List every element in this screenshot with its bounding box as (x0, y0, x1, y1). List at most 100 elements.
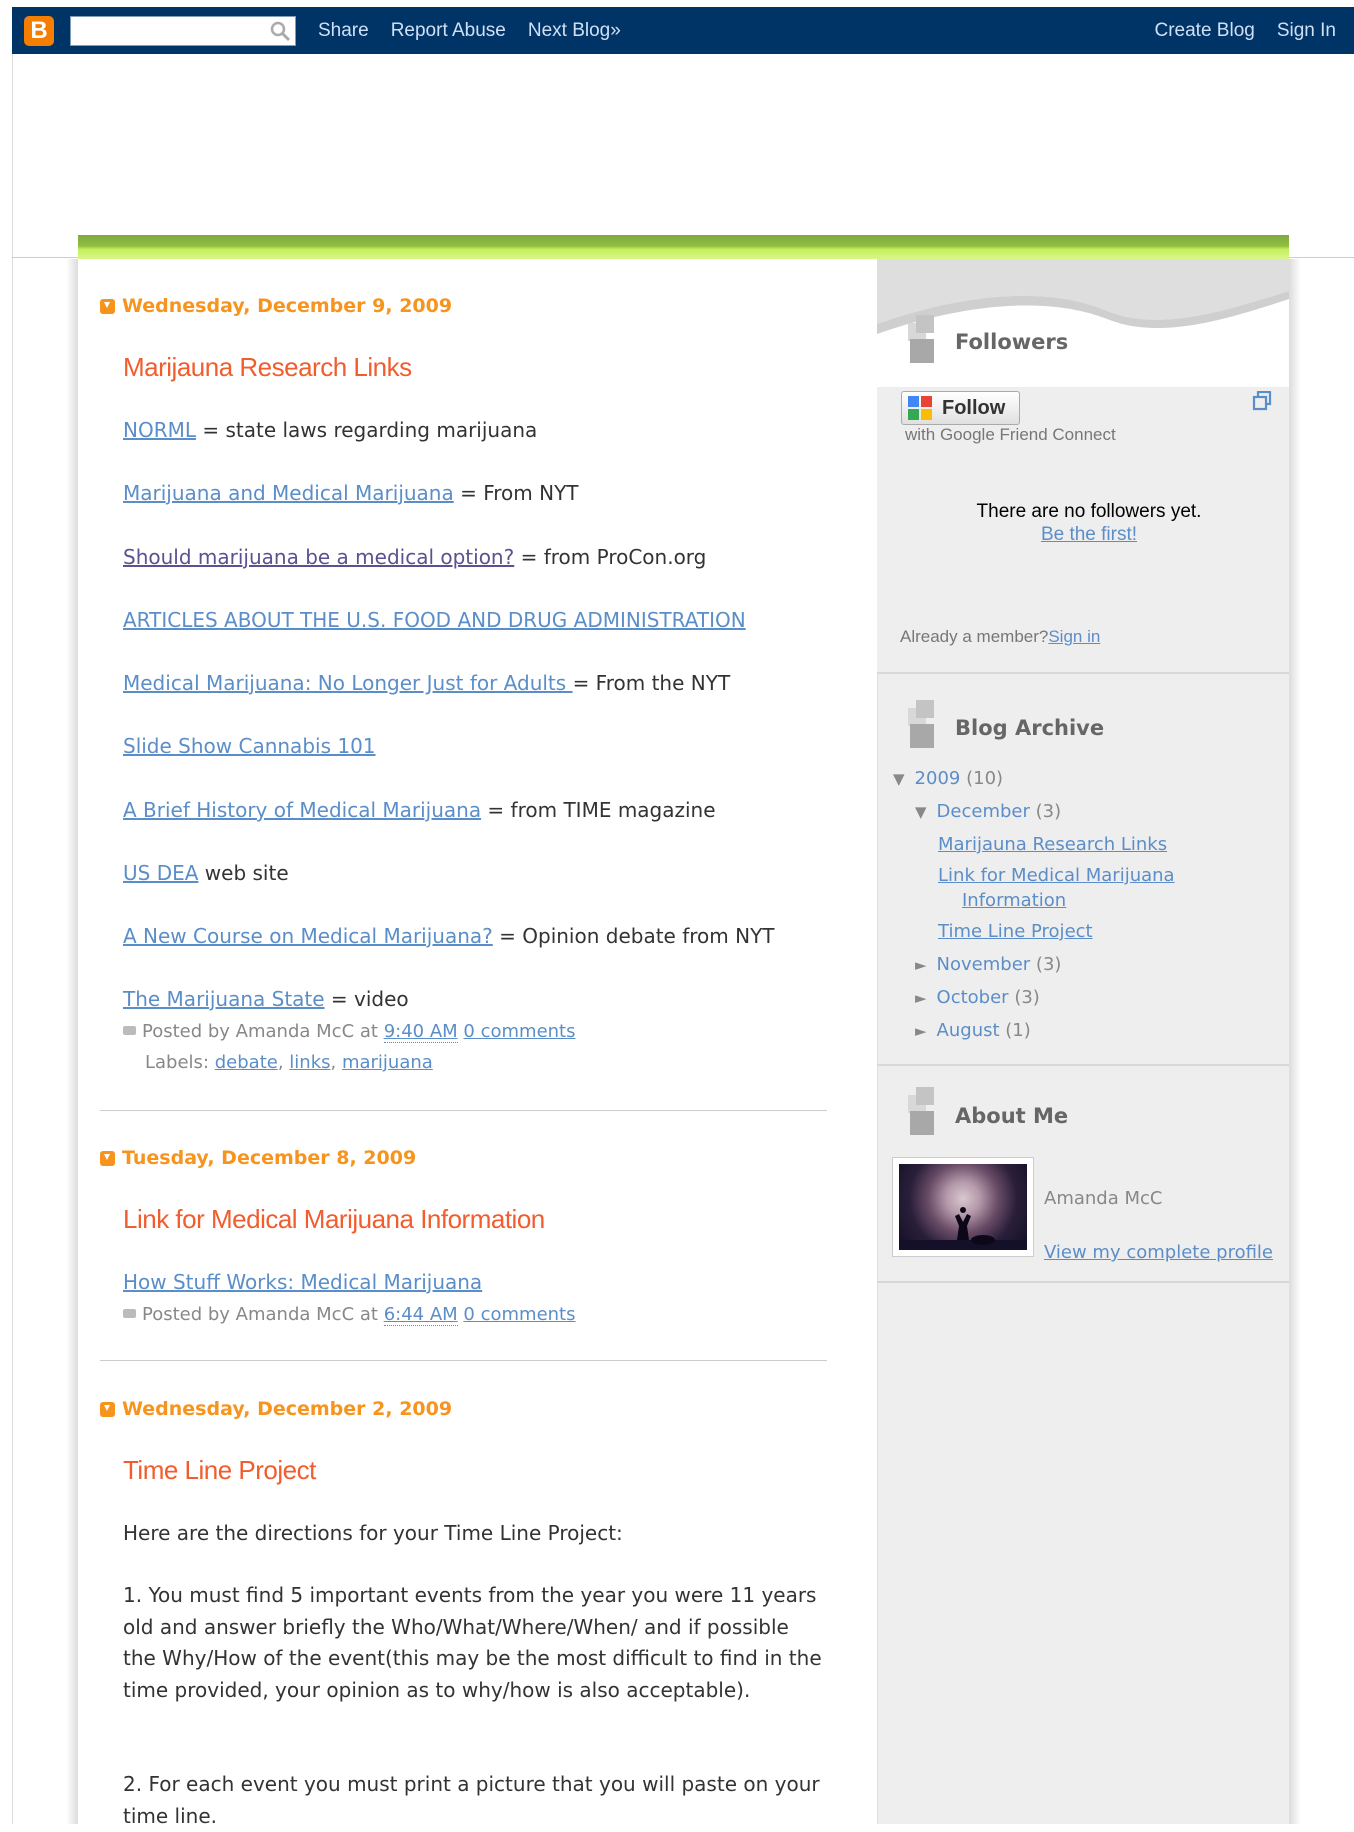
post-line-text: = From the NYT (572, 671, 731, 695)
post-link[interactable]: The Marijuana State (123, 987, 325, 1011)
post-footer-icon (123, 1026, 136, 1035)
archive-month: ► October (3) (915, 987, 1040, 1008)
search-input[interactable] (70, 15, 296, 46)
already-member-text: Already a member? (900, 627, 1049, 646)
sign-in-link[interactable]: Sign In (1277, 20, 1336, 42)
post-line-text: = from ProCon.org (514, 545, 707, 569)
profile-image (899, 1164, 1027, 1250)
post-body-step1: 1. You must find 5 important events from… (123, 1583, 822, 1702)
post-date: Wednesday, December 2, 2009 (100, 1398, 452, 1420)
archive-post: Time Line Project (938, 921, 1093, 942)
label-link[interactable]: marijuana (342, 1052, 433, 1073)
label-link[interactable]: debate (215, 1052, 278, 1073)
post-line: Slide Show Cannabis 101 (123, 734, 376, 758)
blogger-logo-icon[interactable]: B (24, 15, 54, 46)
archive-count: (1) (1005, 1020, 1031, 1041)
view-profile-link[interactable]: View my complete profile (1044, 1242, 1273, 1263)
sidebar-divider (877, 1064, 1289, 1066)
post-link[interactable]: Slide Show Cannabis 101 (123, 734, 376, 758)
post-line-text: web site (198, 861, 289, 885)
archive-month-link[interactable]: October (937, 987, 1009, 1008)
post-link[interactable]: A Brief History of Medical Marijuana (123, 798, 481, 822)
post-link[interactable]: A New Course on Medical Marijuana? (123, 924, 493, 948)
already-member: Already a member?Sign in (900, 627, 1100, 647)
toggle-open-icon[interactable]: ▼ (893, 770, 905, 788)
navbar-right: Create Blog Sign In (1133, 20, 1337, 42)
profile-name: Amanda McC (1044, 1188, 1163, 1209)
frame-shadow-right (1289, 259, 1301, 1824)
post-line-text: = From NYT (453, 481, 579, 505)
report-abuse-link[interactable]: Report Abuse (391, 20, 506, 42)
post-line: Medical Marijuana: No Longer Just for Ad… (123, 671, 730, 695)
sidebar-divider (877, 1281, 1289, 1283)
archive-year-link[interactable]: 2009 (915, 768, 961, 789)
archive-post: Information (962, 890, 1066, 911)
post-link[interactable]: US DEA (123, 861, 198, 885)
share-link[interactable]: Share (318, 20, 369, 42)
archive-month: ► August (1) (915, 1020, 1031, 1041)
post-line: The Marijuana State = video (123, 987, 409, 1011)
blog-archive-title: Blog Archive (955, 716, 1105, 740)
next-blog-link[interactable]: Next Blog» (528, 20, 621, 42)
posted-by-text: Posted by Amanda McC at (142, 1021, 384, 1042)
labels-prefix: Labels: (145, 1052, 215, 1073)
post-time-link[interactable]: 9:40 AM (383, 1021, 458, 1043)
archive-post-link[interactable]: Information (962, 890, 1066, 911)
archive-post-link[interactable]: Marijauna Research Links (938, 834, 1167, 855)
collapse-arrow-icon[interactable] (100, 298, 115, 314)
search-icon[interactable] (268, 20, 292, 42)
follow-label: Follow (942, 396, 1006, 419)
post-divider (100, 1360, 827, 1361)
post-line: NORML = state laws regarding marijuana (123, 418, 537, 442)
create-blog-link[interactable]: Create Blog (1155, 20, 1255, 42)
silhouette-figure (899, 1207, 1027, 1250)
post-line: A New Course on Medical Marijuana? = Opi… (123, 924, 775, 948)
collapse-arrow-icon[interactable] (100, 1150, 115, 1166)
comments-link[interactable]: 0 comments (463, 1304, 575, 1325)
blogger-navbar: B Share Report Abuse Next Blog» Create B… (12, 7, 1354, 54)
post-time-link[interactable]: 6:44 AM (383, 1304, 458, 1326)
archive-month-link[interactable]: December (937, 801, 1030, 822)
post-line-text: = video (324, 987, 409, 1011)
post-line: Should marijuana be a medical option? = … (123, 545, 706, 569)
comments-link[interactable]: 0 comments (463, 1021, 575, 1042)
post-title[interactable]: Marijauna Research Links (123, 352, 412, 383)
post-line: How Stuff Works: Medical Marijuana (123, 1270, 482, 1294)
widget-squares-icon (908, 315, 934, 363)
post-link[interactable]: Marijuana and Medical Marijuana (123, 481, 454, 505)
archive-month-link[interactable]: November (937, 954, 1031, 975)
post-date-text: Wednesday, December 9, 2009 (122, 295, 453, 317)
archive-month: ▼ December (3) (915, 801, 1061, 822)
toggle-open-icon[interactable]: ▼ (915, 803, 927, 821)
widget-squares-icon (908, 1087, 934, 1135)
sign-in-link-sidebar[interactable]: Sign in (1048, 627, 1100, 646)
toggle-closed-icon[interactable]: ► (915, 989, 927, 1007)
google-friend-connect-icon (908, 396, 932, 420)
post-line-text: = Opinion debate from NYT (492, 924, 775, 948)
post-date: Wednesday, December 9, 2009 (100, 295, 452, 317)
follow-button[interactable]: Follow (901, 391, 1020, 425)
toggle-closed-icon[interactable]: ► (915, 956, 927, 974)
toggle-closed-icon[interactable]: ► (915, 1022, 927, 1040)
post-line-text: = from TIME magazine (481, 798, 716, 822)
post-title[interactable]: Time Line Project (123, 1455, 316, 1486)
post-link[interactable]: How Stuff Works: Medical Marijuana (123, 1270, 482, 1294)
post-link[interactable]: NORML (123, 418, 196, 442)
followers-title: Followers (955, 330, 1069, 354)
post-link[interactable]: Should marijuana be a medical option? (123, 545, 514, 569)
profile-photo[interactable] (892, 1157, 1034, 1257)
popout-icon[interactable] (1252, 391, 1272, 411)
be-first-link[interactable]: Be the first! (1041, 524, 1137, 545)
archive-post-link[interactable]: Time Line Project (938, 921, 1093, 942)
post-link[interactable]: Medical Marijuana: No Longer Just for Ad… (123, 671, 573, 695)
archive-post-link[interactable]: Link for Medical Marijuana (938, 865, 1175, 886)
post-date-text: Tuesday, December 8, 2009 (122, 1147, 417, 1169)
post-body-intro: Here are the directions for your Time Li… (123, 1521, 623, 1545)
collapse-arrow-icon[interactable] (100, 1401, 115, 1417)
post-date: Tuesday, December 8, 2009 (100, 1147, 416, 1169)
post-title[interactable]: Link for Medical Marijuana Information (123, 1204, 545, 1235)
archive-year: ▼ 2009 (10) (893, 768, 1003, 789)
label-link[interactable]: links (289, 1052, 330, 1073)
archive-month-link[interactable]: August (937, 1020, 1000, 1041)
post-link[interactable]: ARTICLES ABOUT THE U.S. FOOD AND DRUG AD… (123, 608, 746, 632)
